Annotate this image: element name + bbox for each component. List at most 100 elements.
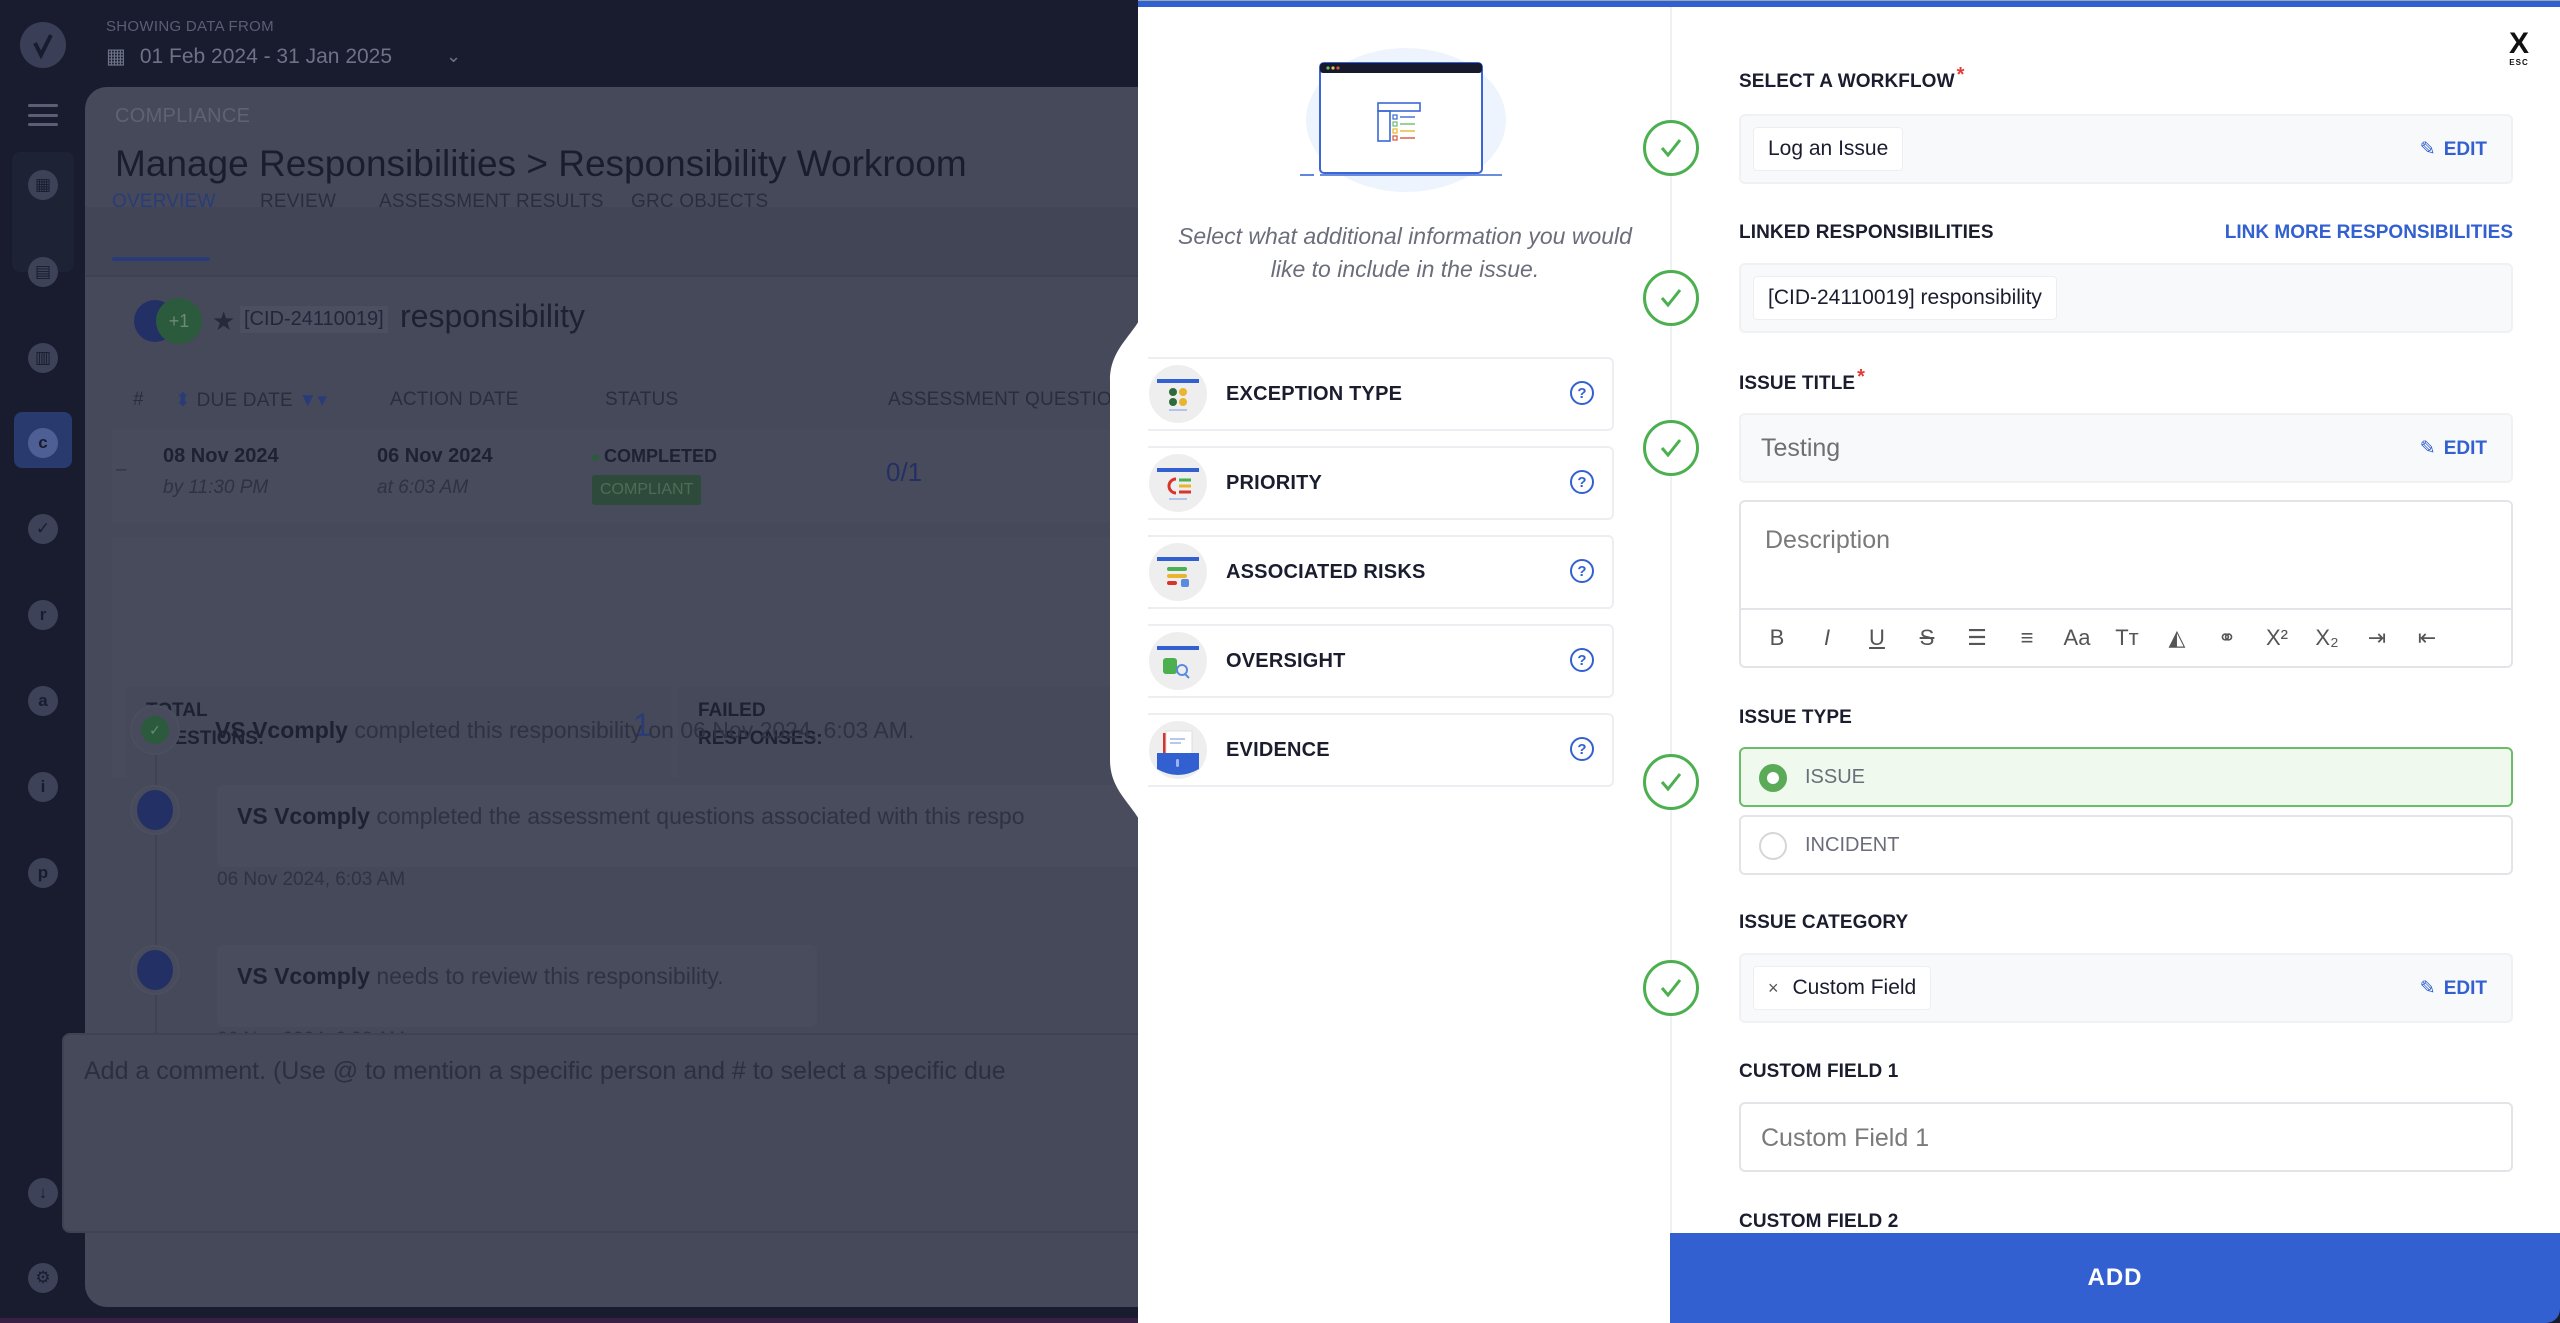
- timeline-entry-2: VS Vcomply completed the assessment ques…: [237, 803, 1025, 829]
- link-more-responsibilities-link[interactable]: LINK MORE RESPONSIBILITIES: [2225, 222, 2513, 244]
- help-icon[interactable]: ?: [1570, 648, 1594, 672]
- page-title: Manage Responsibilities > Responsibility…: [115, 143, 967, 184]
- option-evidence[interactable]: EVIDENCE ?: [1139, 713, 1614, 787]
- menu-icon[interactable]: [28, 104, 58, 126]
- table-row[interactable]: – 08 Nov 2024 by 11:30 PM 06 Nov 2024 at…: [112, 429, 1185, 523]
- underline-icon[interactable]: U: [1855, 625, 1899, 651]
- comment-input[interactable]: Add a comment. (Use @ to mention a speci…: [62, 1033, 1162, 1233]
- col-status: STATUS: [605, 389, 679, 410]
- required-marker: *: [1956, 64, 1965, 86]
- workflow-field: Log an Issue ✎ EDIT: [1739, 114, 2513, 184]
- app-logo[interactable]: [20, 22, 66, 68]
- issue-type-label: ISSUE TYPE: [1739, 707, 1852, 728]
- superscript-icon[interactable]: X²: [2255, 625, 2299, 651]
- close-button[interactable]: X ESC: [2504, 27, 2534, 70]
- risk-icon[interactable]: r: [28, 600, 58, 630]
- linked-responsibility-chip: [CID-24110019] responsibility: [1753, 276, 2057, 320]
- action-date: 06 Nov 2024: [377, 445, 493, 467]
- option-priority[interactable]: PRIORITY ?: [1139, 446, 1614, 520]
- help-icon[interactable]: ?: [1570, 559, 1594, 583]
- evidence-icon: [1149, 721, 1207, 779]
- text-format-icon[interactable]: Tт: [2105, 625, 2149, 651]
- link-icon[interactable]: ⚭: [2205, 625, 2249, 651]
- policy-icon[interactable]: p: [28, 858, 58, 888]
- date-range-value: 01 Feb 2024 - 31 Jan 2025: [139, 44, 393, 68]
- bold-icon[interactable]: B: [1755, 625, 1799, 651]
- linked-responsibilities-label: LINKED RESPONSIBILITIES: [1739, 222, 1994, 243]
- compliance-icon[interactable]: c: [28, 428, 58, 458]
- download-icon[interactable]: ↓: [28, 1178, 58, 1208]
- option-exception-type[interactable]: EXCEPTION TYPE ?: [1139, 357, 1614, 431]
- radio-label: INCIDENT: [1805, 834, 1900, 856]
- exception-type-icon: [1149, 365, 1207, 423]
- tab-overview[interactable]: OVERVIEW: [112, 191, 216, 213]
- status-text: COMPLETED: [604, 446, 718, 466]
- issue-type-option-issue[interactable]: ISSUE: [1739, 747, 2513, 807]
- indent-icon[interactable]: ⇥: [2355, 625, 2399, 651]
- vcomply-logo-icon: [33, 34, 53, 60]
- radio-label: ISSUE: [1805, 766, 1866, 788]
- tab-assessment-results[interactable]: ASSESSMENT RESULTS: [379, 191, 604, 213]
- tabs-bar: [85, 207, 1185, 277]
- comment-placeholder: Add a comment. (Use @ to mention a speci…: [84, 1057, 1006, 1085]
- subscript-icon[interactable]: X₂: [2305, 625, 2349, 651]
- description-editor[interactable]: Description B I U S ☰ ≡ Aa Tт ◭ ⚭ X² X₂ ⇥ ⇤: [1739, 500, 2513, 668]
- option-label: OVERSIGHT: [1226, 650, 1346, 672]
- helper-text: Select what additional information you w…: [1178, 223, 1632, 282]
- associated-risks-icon: [1149, 543, 1207, 601]
- align-icon[interactable]: ≡: [2005, 625, 2049, 651]
- option-label: EXCEPTION TYPE: [1226, 383, 1403, 405]
- outdent-icon[interactable]: ⇤: [2405, 625, 2449, 651]
- help-icon[interactable]: ?: [1570, 470, 1594, 494]
- settings-icon[interactable]: ⚙: [28, 1263, 58, 1293]
- help-icon[interactable]: ?: [1570, 381, 1594, 405]
- custom-field-1-input[interactable]: Custom Field 1: [1739, 1102, 2513, 1172]
- italic-icon[interactable]: I: [1805, 625, 1849, 651]
- tab-grc-objects[interactable]: GRC OBJECTS: [631, 191, 768, 213]
- required-marker: *: [1857, 366, 1866, 388]
- fill-color-icon[interactable]: ◭: [2155, 625, 2199, 651]
- edit-issue-title-button[interactable]: ✎ EDIT: [2420, 437, 2487, 460]
- option-oversight[interactable]: OVERSIGHT ?: [1139, 624, 1614, 698]
- help-icon[interactable]: ?: [1570, 737, 1594, 761]
- filter-icon[interactable]: ▼▾: [298, 390, 327, 411]
- workflow-chip: Log an Issue: [1753, 127, 1904, 171]
- incident-icon[interactable]: i: [28, 772, 58, 802]
- date-filter-caption: SHOWING DATA FROM: [106, 18, 274, 35]
- close-icon: X: [2508, 27, 2529, 60]
- col-index: #: [133, 389, 144, 410]
- assessment-progress[interactable]: 0/1: [886, 457, 922, 488]
- pencil-icon: ✎: [2419, 438, 2436, 459]
- radio-selected[interactable]: [1759, 764, 1787, 792]
- step-complete-icon: [1643, 120, 1699, 176]
- step-complete-icon: [1643, 420, 1699, 476]
- option-associated-risks[interactable]: ASSOCIATED RISKS ?: [1139, 535, 1614, 609]
- governance-icon[interactable]: ▥: [28, 343, 58, 373]
- add-button[interactable]: ADD: [1670, 1233, 2560, 1323]
- edit-issue-category-button[interactable]: ✎ EDIT: [2420, 977, 2487, 1000]
- issue-type-option-incident[interactable]: INCIDENT: [1739, 815, 2513, 875]
- timeline-avatar-icon: [130, 945, 180, 995]
- edit-workflow-button[interactable]: ✎ EDIT: [2420, 138, 2487, 161]
- star-icon[interactable]: ★: [212, 306, 235, 337]
- sort-icon[interactable]: ⬍: [175, 390, 191, 411]
- calendar-icon: ▦: [106, 45, 126, 68]
- responsibility-name: responsibility: [400, 298, 585, 334]
- radio-unselected[interactable]: [1759, 832, 1787, 860]
- date-range-picker[interactable]: ▦ 01 Feb 2024 - 31 Jan 2025 ⌄: [106, 44, 461, 69]
- audit-icon[interactable]: a: [28, 686, 58, 716]
- strikethrough-icon[interactable]: S: [1905, 625, 1949, 651]
- calendar-icon[interactable]: ▤: [28, 257, 58, 287]
- remove-chip-icon[interactable]: ×: [1768, 978, 1779, 999]
- esc-hint: ESC: [2509, 58, 2529, 67]
- avatar-more-count[interactable]: +1: [156, 298, 202, 344]
- compliance-badge: COMPLIANT: [592, 475, 702, 505]
- dashboard-icon[interactable]: ▦: [28, 170, 58, 200]
- font-size-icon[interactable]: Aa: [2055, 625, 2099, 651]
- tab-review[interactable]: REVIEW: [260, 191, 336, 213]
- issue-title-field[interactable]: Testing ✎ EDIT: [1739, 413, 2513, 483]
- priority-icon: [1149, 454, 1207, 512]
- col-due-date[interactable]: DUE DATE: [197, 390, 293, 411]
- bullet-list-icon[interactable]: ☰: [1955, 625, 1999, 651]
- tasks-icon[interactable]: ✓: [28, 514, 58, 544]
